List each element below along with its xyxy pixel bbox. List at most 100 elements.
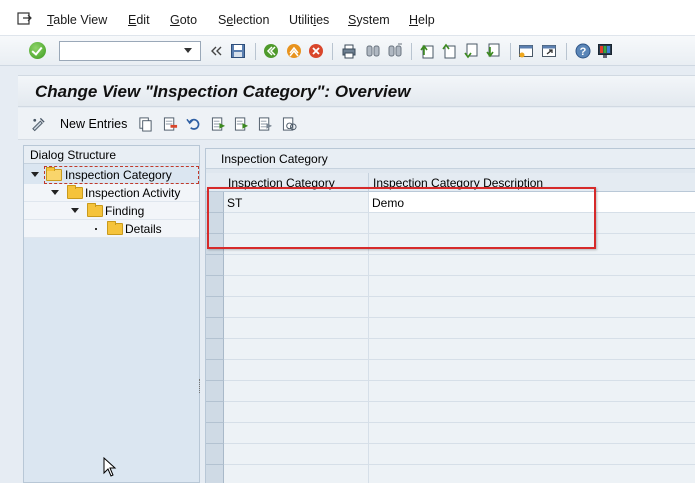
svg-text:?: ? — [580, 46, 587, 58]
back-arrow-icon[interactable] — [208, 43, 224, 59]
menu-mnemonic: E — [128, 13, 137, 27]
select-block-icon[interactable] — [234, 116, 249, 132]
undo-icon[interactable] — [186, 116, 201, 132]
table-title: Inspection Category — [206, 149, 695, 169]
tree-node-finding[interactable]: Finding — [24, 202, 199, 220]
tree-node-details[interactable]: Details — [24, 220, 199, 238]
last-page-icon[interactable] — [485, 43, 501, 59]
cell-inspection-category-description[interactable] — [369, 339, 695, 360]
tree-node-label: Details — [125, 222, 162, 236]
cell-inspection-category-description[interactable] — [369, 318, 695, 339]
select-all-icon[interactable] — [211, 116, 226, 132]
back-icon[interactable] — [263, 43, 279, 59]
row-selector[interactable] — [206, 318, 224, 339]
next-page-icon[interactable] — [463, 43, 479, 59]
menu-table-view[interactable]: Table View — [47, 13, 107, 27]
find-next-icon[interactable] — [387, 43, 403, 59]
menu-mnemonic: T — [47, 13, 54, 27]
customize-layout-icon[interactable] — [597, 43, 613, 59]
menu-utilities[interactable]: Utilities — [289, 13, 329, 27]
variant-icon[interactable] — [282, 116, 297, 132]
create-session-icon[interactable] — [518, 43, 534, 59]
deselect-all-icon[interactable] — [258, 116, 273, 132]
cell-inspection-category-description[interactable] — [369, 465, 695, 483]
cell-inspection-category-description[interactable] — [369, 255, 695, 276]
standard-toolbar: ? — [0, 36, 695, 66]
toolbar-separator — [332, 43, 333, 60]
cell-inspection-category[interactable] — [224, 402, 369, 423]
enter-icon[interactable] — [29, 42, 46, 59]
help-icon[interactable]: ? — [575, 43, 591, 59]
cell-inspection-category[interactable] — [224, 381, 369, 402]
cell-inspection-category[interactable] — [224, 276, 369, 297]
chevron-down-icon[interactable] — [71, 208, 79, 213]
tree-node-label: Finding — [105, 204, 145, 218]
exit-icon[interactable] — [286, 43, 302, 59]
new-entries-button[interactable]: New Entries — [60, 117, 127, 131]
cell-inspection-category[interactable] — [224, 255, 369, 276]
tree-node-inspection-category[interactable]: Inspection Category — [24, 166, 199, 184]
row-selector[interactable] — [206, 276, 224, 297]
cell-inspection-category-description[interactable] — [369, 402, 695, 423]
tree-node-label: Inspection Activity — [85, 186, 181, 200]
first-page-icon[interactable] — [419, 43, 435, 59]
menu-goto[interactable]: Goto — [170, 13, 197, 27]
delete-icon[interactable] — [163, 116, 178, 132]
mouse-cursor-icon — [103, 457, 117, 477]
highlight-box — [207, 187, 596, 249]
command-field[interactable] — [59, 41, 201, 61]
cell-inspection-category-description[interactable] — [369, 381, 695, 402]
row-selector[interactable] — [206, 423, 224, 444]
menu-help[interactable]: Help — [409, 13, 435, 27]
cell-inspection-category-description[interactable] — [369, 360, 695, 381]
tree-leaf-dot — [95, 228, 97, 230]
cell-inspection-category-description[interactable] — [369, 423, 695, 444]
cell-inspection-category-description[interactable] — [369, 297, 695, 318]
menu-system[interactable]: System — [348, 13, 390, 27]
dialog-structure-panel: Dialog Structure Inspection Category Ins… — [23, 145, 200, 483]
chevron-down-icon[interactable] — [51, 190, 59, 195]
row-selector[interactable] — [206, 360, 224, 381]
row-selector[interactable] — [206, 255, 224, 276]
cell-inspection-category-description[interactable] — [369, 444, 695, 465]
row-selector[interactable] — [206, 339, 224, 360]
menu-mnemonic: H — [409, 13, 419, 27]
tree-node-inspection-activity[interactable]: Inspection Activity — [24, 184, 199, 202]
folder-icon — [87, 203, 103, 217]
cancel-icon[interactable] — [308, 43, 324, 59]
chevron-down-icon[interactable] — [31, 172, 39, 177]
panel-splitter[interactable] — [199, 379, 201, 393]
display-change-icon[interactable] — [31, 116, 46, 132]
folder-icon — [107, 221, 123, 235]
cell-inspection-category[interactable] — [224, 444, 369, 465]
menu-selection[interactable]: Selection — [218, 13, 269, 27]
copy-icon[interactable] — [138, 116, 153, 132]
menu-mnemonic: e — [226, 13, 234, 27]
cell-inspection-category[interactable] — [224, 297, 369, 318]
save-icon[interactable] — [230, 43, 246, 59]
cell-inspection-category-description[interactable] — [369, 276, 695, 297]
print-icon[interactable] — [341, 43, 357, 59]
toolbar-separator — [566, 43, 567, 60]
chevron-down-icon[interactable] — [184, 48, 192, 53]
row-selector[interactable] — [206, 297, 224, 318]
cell-inspection-category[interactable] — [224, 423, 369, 444]
find-icon[interactable] — [365, 43, 381, 59]
tree-node-label: Inspection Category — [65, 168, 172, 182]
shortcut-icon[interactable] — [541, 43, 557, 59]
previous-page-icon[interactable] — [441, 43, 457, 59]
cell-inspection-category[interactable] — [224, 360, 369, 381]
menu-edit[interactable]: Edit — [128, 13, 150, 27]
cell-inspection-category[interactable] — [224, 465, 369, 483]
folder-icon — [67, 185, 83, 199]
row-selector[interactable] — [206, 465, 224, 483]
row-selector[interactable] — [206, 444, 224, 465]
system-menu-icon[interactable] — [17, 12, 33, 26]
cell-inspection-category[interactable] — [224, 339, 369, 360]
cell-inspection-category[interactable] — [224, 318, 369, 339]
row-selector[interactable] — [206, 402, 224, 423]
menu-mnemonic: S — [348, 13, 357, 27]
row-selector[interactable] — [206, 381, 224, 402]
toolbar-separator — [255, 43, 256, 60]
folder-open-icon — [46, 167, 62, 181]
